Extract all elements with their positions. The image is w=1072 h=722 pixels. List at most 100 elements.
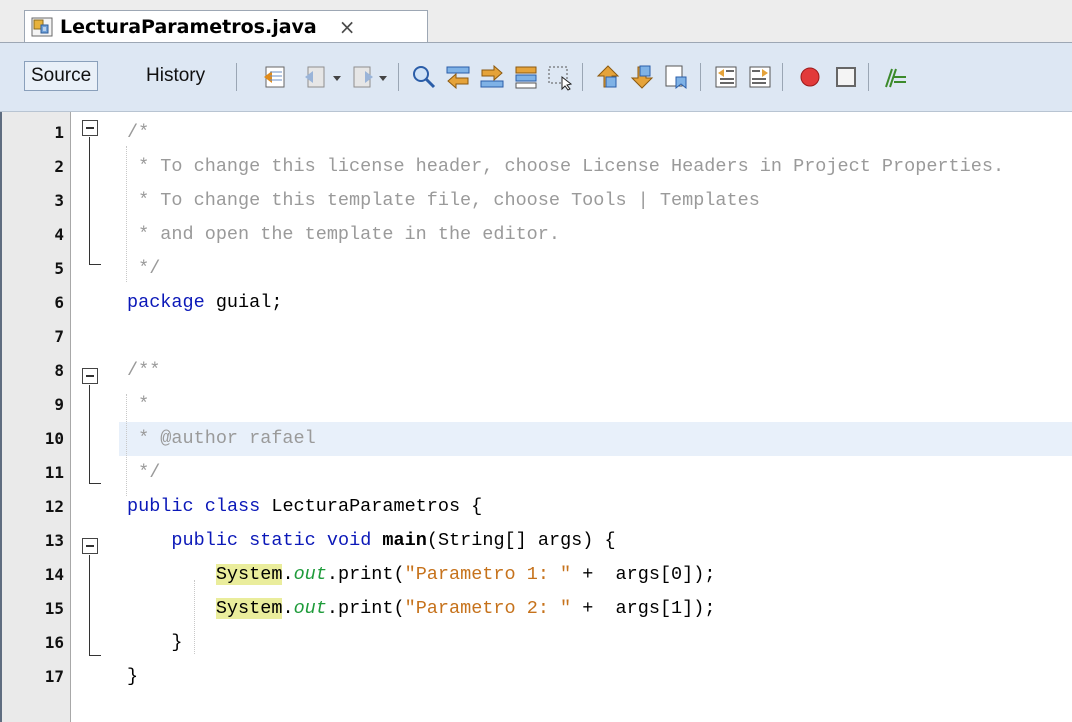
line-number[interactable]: 5: [2, 252, 64, 286]
previous-bookmark-icon[interactable]: [594, 63, 622, 91]
code-text[interactable]: public class LecturaParametros {: [119, 490, 1072, 524]
code-line[interactable]: 5 */: [0, 252, 1072, 286]
code-token: }: [127, 666, 139, 687]
line-number[interactable]: 6: [2, 286, 64, 320]
code-text[interactable]: * To change this license header, choose …: [119, 150, 1072, 184]
code-token: * @author rafael: [127, 428, 316, 449]
back-icon[interactable]: [302, 63, 330, 91]
shift-right-icon[interactable]: [746, 63, 774, 91]
toggle-highlight-icon[interactable]: [512, 63, 540, 91]
code-text[interactable]: */: [119, 456, 1072, 490]
source-button[interactable]: Source: [24, 61, 99, 91]
line-number[interactable]: 3: [2, 184, 64, 218]
code-text[interactable]: /*: [119, 116, 1072, 150]
code-token: + args[0]);: [571, 564, 716, 585]
forward-history-dropdown-icon[interactable]: [376, 63, 390, 91]
next-bookmark-icon[interactable]: [628, 63, 656, 91]
forward-icon[interactable]: [348, 63, 376, 91]
code-text[interactable]: * @author rafael: [119, 422, 1072, 456]
close-tab-icon[interactable]: ×: [339, 15, 356, 39]
line-number[interactable]: 17: [2, 660, 64, 694]
indent-guide: [126, 146, 127, 282]
code-text[interactable]: }: [119, 626, 1072, 660]
find-previous-icon[interactable]: [444, 63, 472, 91]
fold-end: [89, 264, 101, 265]
code-line[interactable]: 4 * and open the template in the editor.: [0, 218, 1072, 252]
code-text[interactable]: /**: [119, 354, 1072, 388]
fold-toggle-icon[interactable]: [82, 120, 98, 136]
code-token: public: [127, 496, 194, 517]
code-line[interactable]: 8 /**: [0, 354, 1072, 388]
find-next-icon[interactable]: [478, 63, 506, 91]
history-button[interactable]: History: [140, 61, 211, 91]
code-token: (String[] args) {: [426, 530, 616, 551]
code-line[interactable]: 16 }: [0, 626, 1072, 660]
line-number[interactable]: 7: [2, 320, 64, 354]
code-text[interactable]: package guial;: [119, 286, 1072, 320]
fold-toggle-icon[interactable]: [82, 368, 98, 384]
editor-tab-bar: LecturaParametros.java ×: [0, 0, 1072, 43]
code-token: class: [204, 496, 261, 517]
code-token: /*: [127, 122, 150, 143]
code-line[interactable]: 14 System.out.print("Parametro 1: " + ar…: [0, 558, 1072, 592]
file-tab-title: LecturaParametros.java: [60, 15, 317, 38]
code-token: */: [127, 462, 161, 483]
line-number[interactable]: 14: [2, 558, 64, 592]
fold-toggle-icon[interactable]: [82, 538, 98, 554]
code-token: out: [293, 564, 327, 585]
line-number[interactable]: 9: [2, 388, 64, 422]
code-line[interactable]: 10 * @author rafael: [0, 422, 1072, 456]
line-number[interactable]: 4: [2, 218, 64, 252]
code-line[interactable]: 2 * To change this license header, choos…: [0, 150, 1072, 184]
toolbar-separator: [582, 63, 583, 91]
line-number[interactable]: 12: [2, 490, 64, 524]
code-text[interactable]: public static void main(String[] args) {: [119, 524, 1072, 558]
code-line[interactable]: 12 public class LecturaParametros {: [0, 490, 1072, 524]
code-text[interactable]: *: [119, 388, 1072, 422]
line-number[interactable]: 16: [2, 626, 64, 660]
code-text[interactable]: [119, 320, 1072, 354]
code-text[interactable]: System.out.print("Parametro 1: " + args[…: [119, 558, 1072, 592]
code-token: /**: [127, 360, 161, 381]
code-line[interactable]: 17}: [0, 660, 1072, 694]
code-text[interactable]: System.out.print("Parametro 2: " + args[…: [119, 592, 1072, 626]
code-token: guial;: [204, 292, 283, 313]
code-line[interactable]: 1 /*: [0, 116, 1072, 150]
code-token: package: [127, 292, 205, 313]
code-text[interactable]: * To change this template file, choose T…: [119, 184, 1072, 218]
line-number[interactable]: 13: [2, 524, 64, 558]
code-line[interactable]: 7: [0, 320, 1072, 354]
toggle-rectangular-selection-icon[interactable]: [546, 63, 574, 91]
code-text[interactable]: * and open the template in the editor.: [119, 218, 1072, 252]
comment-icon[interactable]: [880, 63, 908, 91]
line-number[interactable]: 10: [2, 422, 64, 456]
stop-macro-icon[interactable]: [832, 63, 860, 91]
line-number[interactable]: 1: [2, 116, 64, 150]
code-line[interactable]: 15 System.out.print("Parametro 2: " + ar…: [0, 592, 1072, 626]
find-selection-icon[interactable]: [410, 63, 438, 91]
code-line[interactable]: 9 *: [0, 388, 1072, 422]
code-token: public: [171, 530, 239, 551]
code-token: main: [382, 530, 427, 551]
code-line[interactable]: 3 * To change this template file, choose…: [0, 184, 1072, 218]
code-text[interactable]: }: [119, 660, 1072, 694]
line-number[interactable]: 2: [2, 150, 64, 184]
file-tab[interactable]: LecturaParametros.java ×: [24, 10, 428, 42]
code-text[interactable]: */: [119, 252, 1072, 286]
line-number[interactable]: 11: [2, 456, 64, 490]
back-history-dropdown-icon[interactable]: [330, 63, 344, 91]
editor-toolbar: Source History: [0, 43, 1072, 112]
shift-left-icon[interactable]: [712, 63, 740, 91]
line-number[interactable]: 8: [2, 354, 64, 388]
last-edit-icon[interactable]: [262, 63, 290, 91]
code-line[interactable]: 13 public static void main(String[] args…: [0, 524, 1072, 558]
start-macro-icon[interactable]: [796, 63, 824, 91]
code-line[interactable]: 6 package guial;: [0, 286, 1072, 320]
toggle-bookmark-icon[interactable]: [662, 63, 690, 91]
code-line[interactable]: 11 */: [0, 456, 1072, 490]
line-number[interactable]: 15: [2, 592, 64, 626]
code-token: .print(: [326, 564, 405, 585]
code-token: void: [326, 530, 372, 551]
code-token: *: [127, 394, 150, 415]
